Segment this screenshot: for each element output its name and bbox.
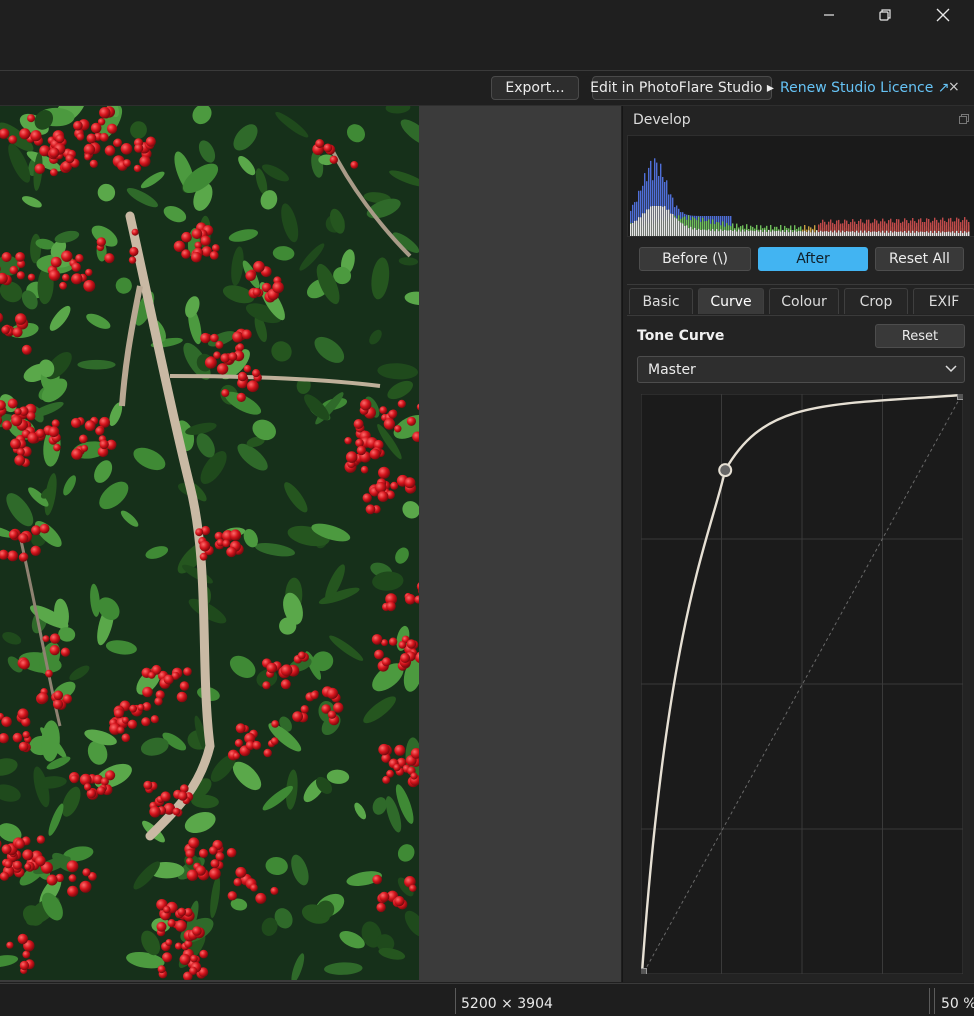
photo-preview bbox=[0, 106, 419, 980]
tab-curve[interactable]: Curve bbox=[698, 288, 764, 314]
minimize-icon bbox=[824, 14, 834, 16]
before-button[interactable]: Before (\) bbox=[639, 247, 751, 271]
image-dimensions: 5200 × 3904 bbox=[461, 996, 553, 1012]
export-button[interactable]: Export... bbox=[491, 76, 579, 100]
title-bar bbox=[0, 0, 974, 71]
curve-control-point[interactable] bbox=[637, 968, 647, 978]
close-window-button[interactable] bbox=[914, 0, 972, 30]
histogram-chart bbox=[630, 158, 970, 236]
tone-curve-title: Tone Curve bbox=[637, 328, 725, 344]
after-button[interactable]: After bbox=[758, 247, 868, 271]
zoom-level[interactable]: 50 % bbox=[941, 996, 974, 1012]
status-divider bbox=[455, 988, 456, 1014]
maximize-button[interactable] bbox=[856, 0, 914, 30]
tab-basic[interactable]: Basic bbox=[629, 288, 693, 314]
histogram bbox=[627, 135, 974, 237]
status-divider bbox=[929, 988, 930, 1014]
panel-title: Develop bbox=[633, 112, 691, 128]
undock-icon[interactable] bbox=[959, 114, 969, 124]
status-bar: 5200 × 3904 50 % bbox=[0, 983, 974, 1016]
berry-bush-photo bbox=[0, 106, 419, 980]
channel-select-value: Master bbox=[648, 361, 696, 378]
curve-control-point[interactable] bbox=[718, 463, 733, 478]
panel-tabs: Basic Curve Colour Crop EXIF bbox=[627, 284, 974, 316]
tone-curve-editor[interactable] bbox=[637, 390, 967, 978]
chevron-down-icon bbox=[945, 365, 957, 373]
curve-control-point[interactable] bbox=[957, 390, 967, 400]
tab-exif[interactable]: EXIF bbox=[913, 288, 974, 314]
dismiss-banner-button[interactable]: × bbox=[948, 79, 960, 95]
status-divider bbox=[934, 988, 935, 1014]
image-canvas[interactable] bbox=[0, 106, 621, 982]
renew-licence-link[interactable]: Renew Studio Licence ↗ bbox=[780, 80, 950, 96]
curve-reset-button[interactable]: Reset bbox=[875, 324, 965, 348]
close-icon bbox=[936, 8, 950, 22]
toolbar: Export... Edit in PhotoFlare Studio ▸ Re… bbox=[0, 71, 974, 106]
tab-crop[interactable]: Crop bbox=[844, 288, 908, 314]
develop-panel: Develop Before (\) After Reset All Basic… bbox=[622, 106, 974, 982]
tab-colour[interactable]: Colour bbox=[769, 288, 839, 314]
minimize-button[interactable] bbox=[800, 0, 858, 30]
reset-all-button[interactable]: Reset All bbox=[875, 247, 964, 271]
edit-in-studio-button[interactable]: Edit in PhotoFlare Studio ▸ bbox=[590, 76, 774, 100]
tone-curve-graph[interactable] bbox=[637, 390, 967, 978]
channel-select[interactable]: Master bbox=[637, 356, 965, 383]
restore-window-icon bbox=[879, 9, 891, 21]
